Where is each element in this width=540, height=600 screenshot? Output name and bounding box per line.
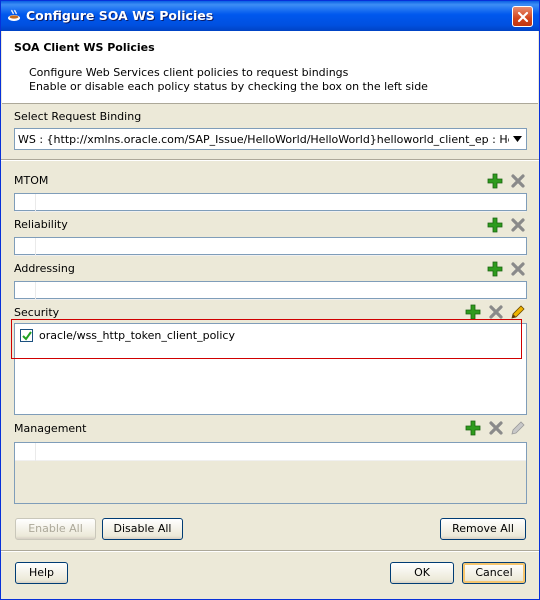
header-description-line1: Configure Web Services client policies t… [29,66,349,79]
list-item [15,282,526,300]
reliability-add-icon[interactable] [487,217,503,233]
management-edit-icon[interactable] [510,420,526,436]
header-panel: SOA Client WS Policies Configure Web Ser… [2,31,538,104]
separator [1,159,539,161]
title-bar[interactable]: Configure SOA WS Policies [1,1,539,31]
window-title: Configure SOA WS Policies [26,8,214,23]
request-binding-value: WS : {http://xmlns.oracle.com/SAP_Issue/… [18,133,527,146]
management-policy-list[interactable] [14,442,527,504]
addressing-policy-list[interactable] [14,281,527,300]
list-item [15,194,526,212]
reliability-label: Reliability [14,218,68,231]
highlight-box [11,319,522,359]
header-description-line2: Enable or disable each policy status by … [29,80,428,93]
addressing-add-icon[interactable] [487,261,503,277]
reliability-remove-icon[interactable] [510,217,526,233]
close-icon [517,11,529,23]
security-add-icon[interactable] [465,304,481,320]
list-item [15,238,526,256]
addressing-label: Addressing [14,262,75,275]
reliability-policy-list[interactable] [14,237,527,256]
binding-label: Select Request Binding [14,110,142,123]
header-title: SOA Client WS Policies [14,41,155,54]
help-button[interactable]: Help [15,562,68,584]
close-button[interactable] [512,6,533,27]
disable-all-button[interactable]: Disable All [102,518,183,540]
remove-all-button[interactable]: Remove All [440,518,526,540]
request-binding-select[interactable]: WS : {http://xmlns.oracle.com/SAP_Issue/… [14,128,527,150]
security-label: Security [14,306,60,319]
oracle-cup-icon [7,9,21,23]
enable-all-button[interactable]: Enable All [15,518,96,540]
ok-button[interactable]: OK [390,562,454,584]
mtom-remove-icon[interactable] [510,173,526,189]
chevron-down-icon[interactable] [509,129,526,149]
separator [1,550,539,552]
management-label: Management [14,422,87,435]
dialog-window: Configure SOA WS Policies SOA Client WS … [0,0,540,600]
management-add-icon[interactable] [465,420,481,436]
mtom-label: MTOM [14,174,49,187]
mtom-add-icon[interactable] [487,173,503,189]
security-remove-icon[interactable] [488,304,504,320]
addressing-remove-icon[interactable] [510,261,526,277]
mtom-policy-list[interactable] [14,193,527,212]
security-edit-icon[interactable] [510,304,526,320]
management-remove-icon[interactable] [488,420,504,436]
list-item [15,443,526,461]
cancel-button[interactable]: Cancel [462,562,526,584]
